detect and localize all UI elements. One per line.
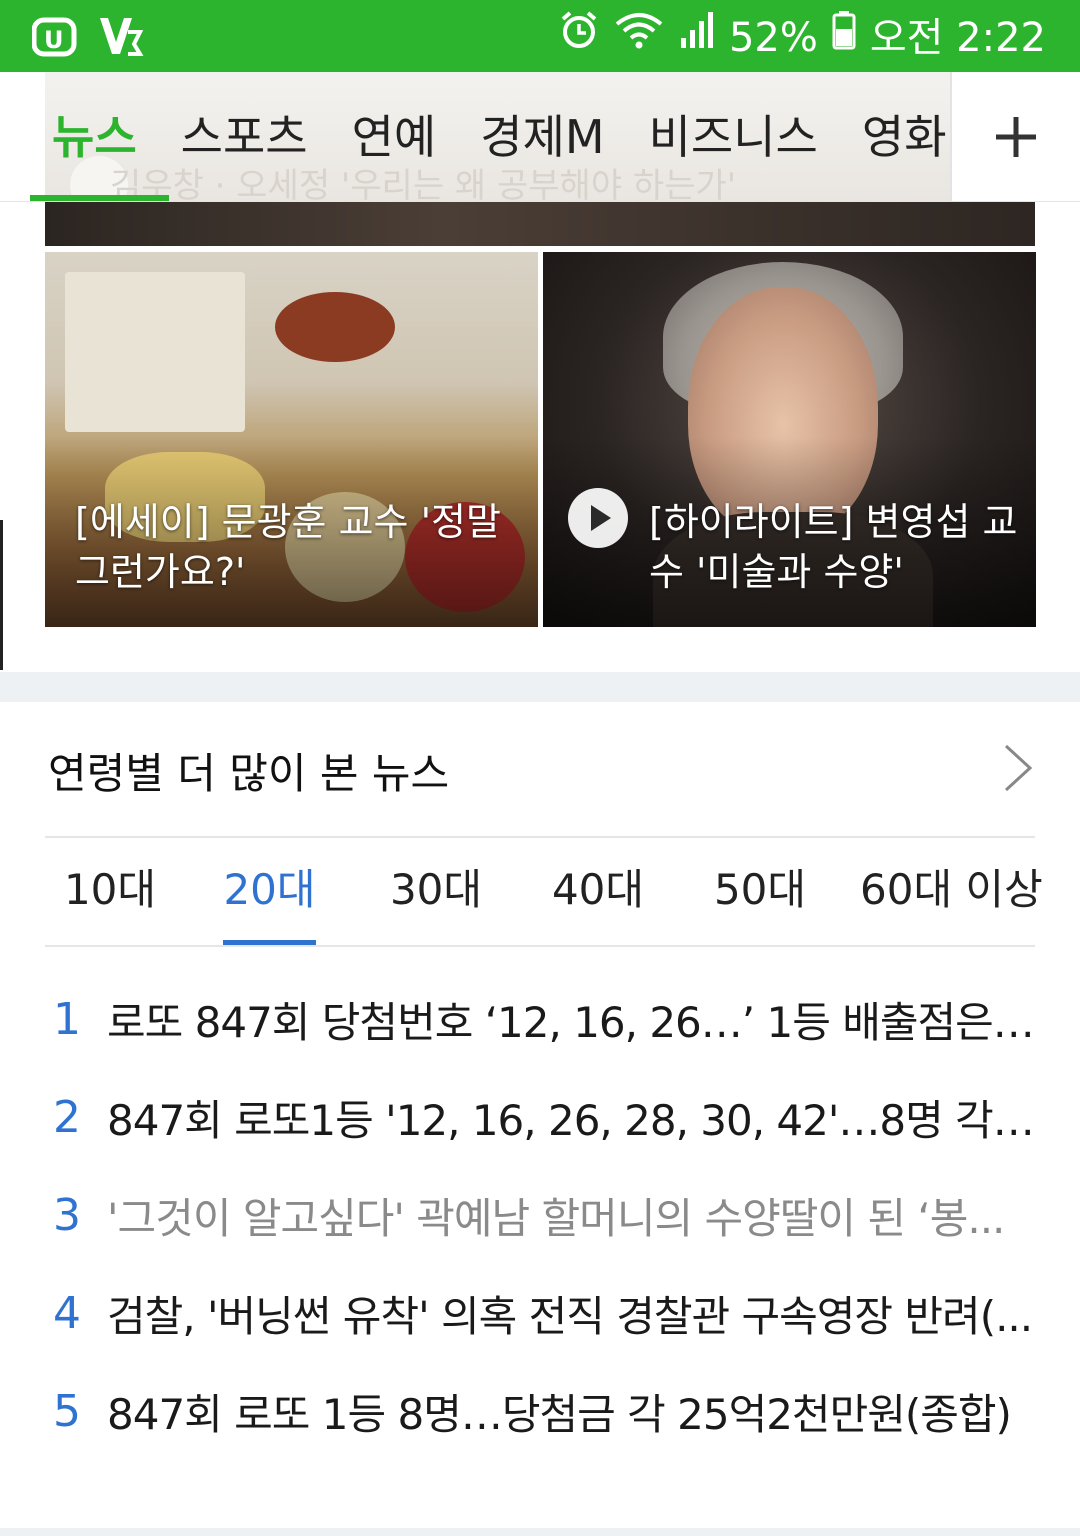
play-icon[interactable] [568,488,628,548]
rank-title: 847회 로또1등 '12, 16, 26, 28, 30, 42'…8명 각 … [107,1095,1035,1145]
ranking-item[interactable]: 2 847회 로또1등 '12, 16, 26, 28, 30, 42'…8명 … [45,1068,1035,1166]
calligraphy-panel [65,272,245,432]
tab-entertainment[interactable]: 연예 [330,72,459,201]
tab-economy-m[interactable]: 경제M [458,72,626,201]
age-tab-10s[interactable]: 10대 [55,838,165,946]
ranking-item[interactable]: 5 847회 로또 1등 8명…당첨금 각 25억2천만원(종합) [45,1362,1035,1460]
battery-percent: 52% [728,14,818,61]
wifi-icon [613,10,665,65]
tab-news[interactable]: 뉴스 [30,72,169,201]
bowl-shape [275,292,395,362]
rank-number: 4 [53,1287,81,1339]
rank-number: 1 [53,993,81,1045]
rank-title: '그것이 알고싶다' 곽예남 할머니의 수양딸이 된 ‘봉... [107,1193,1005,1243]
age-tab-50s[interactable]: 50대 [710,838,810,946]
ranking-item[interactable]: 4 검찰, '버닝썬 유착' 의혹 전직 경찰관 구속영장 반려(... [45,1264,1035,1362]
card-title: [하이라이트] 변영섭 교수 '미술과 수양' [649,500,1018,594]
status-bar: U 52% 오전 2:22 [0,0,1080,72]
uplus-app-icon: U [32,14,78,58]
status-right: 52% 오전 2:22 [559,10,1046,65]
age-tab-60s-plus[interactable]: 60대 이상 [860,838,1043,946]
card-title: [에세이] 문광훈 교수 '정말 그런가요?' [75,500,501,594]
status-left-icons: U [32,14,144,58]
rank-number: 3 [53,1189,81,1241]
battery-icon [832,10,856,65]
age-tabs-divider [45,945,1035,947]
ranking-list: 1 로또 847회 당첨번호 ‘12, 16, 26…’ 1등 배출점은 ...… [45,970,1035,1460]
tab-sports[interactable]: 스포츠 [159,72,330,201]
rank-title: 검찰, '버닝썬 유착' 의혹 전직 경찰관 구속영장 반려(... [107,1291,1033,1341]
ranking-item[interactable]: 3 '그것이 알고싶다' 곽예남 할머니의 수양딸이 된 ‘봉... [45,1166,1035,1264]
age-tab-20s[interactable]: 20대 [223,838,316,946]
ranking-item[interactable]: 1 로또 847회 당첨번호 ‘12, 16, 26…’ 1등 배출점은 ... [45,970,1035,1068]
v3-app-icon [98,14,144,58]
news-card-essay[interactable]: [에세이] 문광훈 교수 '정말 그런가요?' [45,252,538,627]
age-tab-30s[interactable]: 30대 [386,838,486,946]
tab-business[interactable]: 비즈니스 [627,72,840,201]
alarm-clock-icon [559,10,599,65]
age-tab-40s[interactable]: 40대 [548,838,648,946]
clock-time: 오전 2:22 [869,14,1046,61]
rank-title: 847회 로또 1등 8명…당첨금 각 25억2천만원(종합) [107,1389,1012,1439]
age-tabs: 10대 20대 30대 40대 50대 60대 이상 [45,838,1043,946]
rank-number: 2 [53,1091,81,1143]
left-edge-line [0,520,3,670]
signal-icon [679,10,715,65]
category-tabs: 뉴스 스포츠 연예 경제M 비즈니스 영화 [30,72,950,201]
add-tab-button[interactable] [952,72,1080,201]
section-separator [0,672,1080,702]
featured-video-thumbnail[interactable] [45,202,1035,246]
rank-title: 로또 847회 당첨번호 ‘12, 16, 26…’ 1등 배출점은 ... [107,997,1035,1047]
chevron-right-icon[interactable] [998,740,1038,796]
category-tab-bar: 김우창 · 오세정 '우리는 왜 공부해야 하는가' 뉴스 스포츠 연예 경제M… [0,72,1080,202]
rank-number: 5 [53,1385,81,1437]
bottom-separator [0,1528,1080,1536]
news-card-highlight[interactable]: [하이라이트] 변영섭 교수 '미술과 수양' [543,252,1036,627]
svg-text:U: U [44,26,64,54]
section-title: 연령별 더 많이 본 뉴스 [48,749,450,798]
plus-icon [996,117,1036,157]
